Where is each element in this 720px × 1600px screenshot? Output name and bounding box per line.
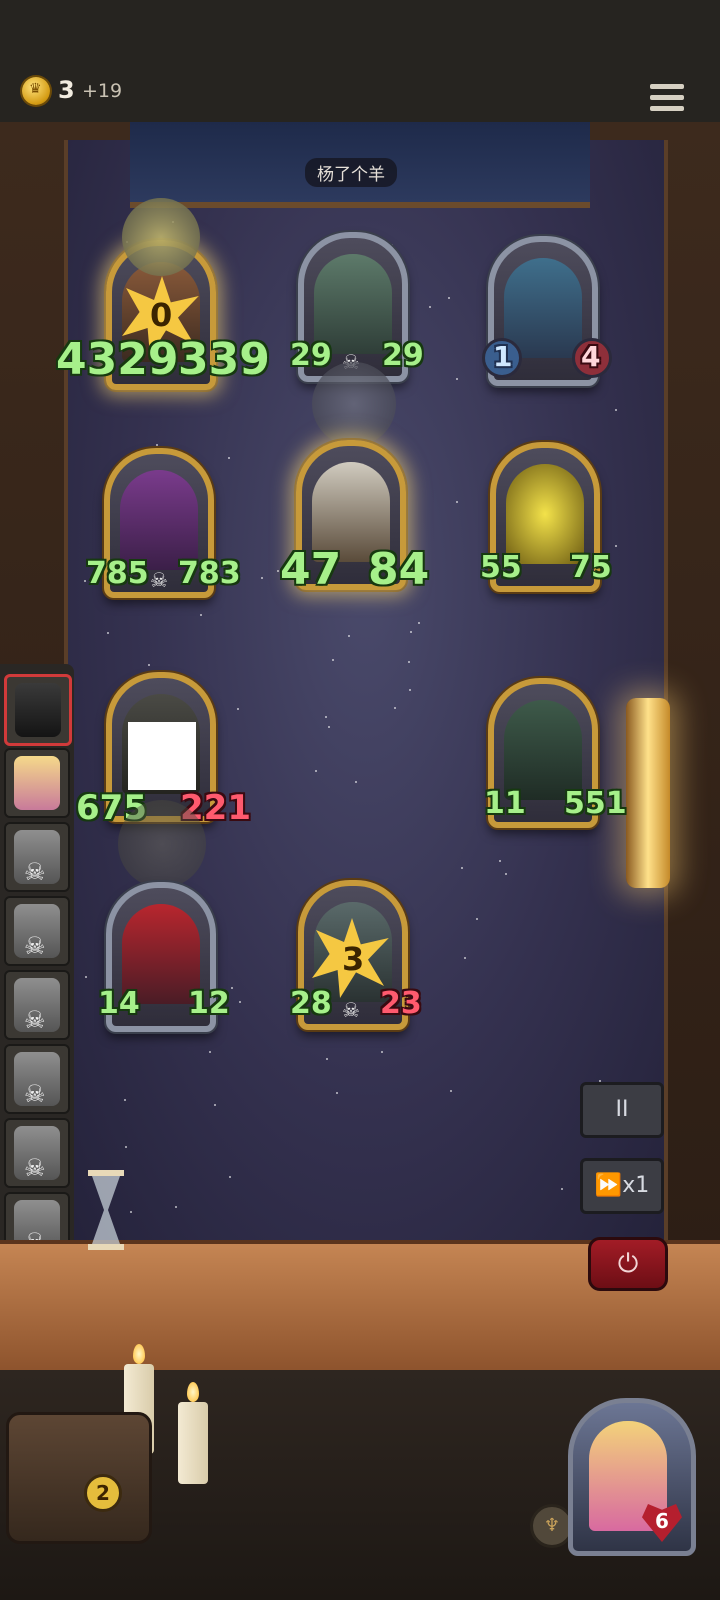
star	[208, 1050, 211, 1053]
skull-icon: ☠	[342, 998, 360, 1022]
star	[417, 621, 420, 624]
card-attack: 4329	[56, 334, 179, 385]
card-health: 29	[382, 338, 424, 373]
star	[227, 456, 230, 459]
speed-button[interactable]: ⏩x1	[580, 1158, 664, 1214]
star	[124, 1146, 127, 1149]
card-attack: 55	[480, 550, 522, 585]
skull-icon: ☠	[24, 1154, 46, 1182]
card-health: 783	[178, 556, 241, 591]
skull-icon: ☠	[24, 1080, 46, 1108]
fast-forward-icon: ⏩	[594, 1173, 623, 1198]
sidebar-player[interactable]	[4, 748, 70, 818]
shield-icon	[122, 198, 200, 276]
globe-icon	[312, 362, 396, 446]
star	[410, 630, 413, 633]
star	[504, 872, 507, 875]
card-attack: 14	[98, 986, 140, 1021]
card-health: 12	[188, 986, 230, 1021]
card-health: 23	[380, 986, 422, 1021]
sidebar-player[interactable]: ☠	[4, 896, 70, 966]
shadow-orb	[118, 800, 206, 888]
sidebar-player[interactable]: ☠	[4, 1044, 70, 1114]
skull-icon: ☠	[24, 932, 46, 960]
card-health: 551	[564, 786, 627, 821]
player-avatar	[14, 756, 60, 810]
hourglass-icon	[88, 1170, 124, 1250]
star	[475, 917, 478, 920]
power-icon: ⏻	[617, 1249, 639, 1279]
star-level: 3	[342, 940, 365, 978]
top-bar	[0, 0, 720, 122]
menu-icon[interactable]	[650, 84, 684, 118]
skull-icon: ☠	[24, 858, 46, 886]
wall-lamp	[626, 698, 670, 888]
card-attack: 28	[290, 986, 332, 1021]
gold-count: 3	[58, 76, 75, 104]
star	[147, 664, 150, 667]
star	[448, 296, 451, 299]
censored-patch	[128, 722, 196, 790]
star	[354, 780, 357, 783]
candle	[178, 1402, 208, 1484]
gold-income: +19	[82, 80, 123, 102]
skull-icon: ☠	[150, 568, 168, 592]
chest-count: 2	[84, 1474, 122, 1512]
card-health: 339	[178, 334, 270, 385]
candle-flame	[187, 1382, 199, 1402]
card-attack: 47	[280, 544, 342, 595]
candle-flame	[133, 1344, 145, 1364]
sidebar-player[interactable]: ☠	[4, 970, 70, 1040]
star	[449, 1089, 452, 1092]
minion-portrait	[504, 700, 582, 800]
star	[123, 1098, 126, 1101]
hero-portrait[interactable]	[568, 1398, 696, 1556]
coin-icon	[22, 77, 50, 105]
card-attack: 1	[493, 340, 513, 373]
card-attack: 785	[86, 556, 149, 591]
star	[276, 570, 279, 573]
card-health: 84	[368, 544, 430, 595]
star	[130, 1210, 133, 1213]
player-avatar	[15, 683, 61, 737]
card-health: 4	[581, 340, 601, 373]
minion-portrait	[506, 464, 584, 564]
opponent-name: 杨了个羊	[305, 158, 397, 187]
star	[213, 1104, 216, 1107]
card-attack: 29	[290, 338, 332, 373]
star	[614, 544, 617, 547]
speed-label: x1	[622, 1173, 650, 1198]
sidebar-player[interactable]	[4, 674, 72, 746]
power-button[interactable]: ⏻	[588, 1237, 668, 1291]
star	[380, 1050, 383, 1053]
card-attack: 11	[484, 786, 526, 821]
skull-icon: ☠	[24, 1006, 46, 1034]
star-level: 0	[150, 296, 173, 334]
pause-button[interactable]: II	[580, 1082, 664, 1138]
card-health: 75	[570, 550, 612, 585]
minion-portrait	[120, 470, 198, 570]
treasure-chest[interactable]	[6, 1412, 152, 1544]
star	[498, 860, 501, 863]
star	[347, 634, 350, 637]
sidebar-player[interactable]: ☠	[4, 1118, 70, 1188]
sidebar-player[interactable]: ☠	[4, 822, 70, 892]
